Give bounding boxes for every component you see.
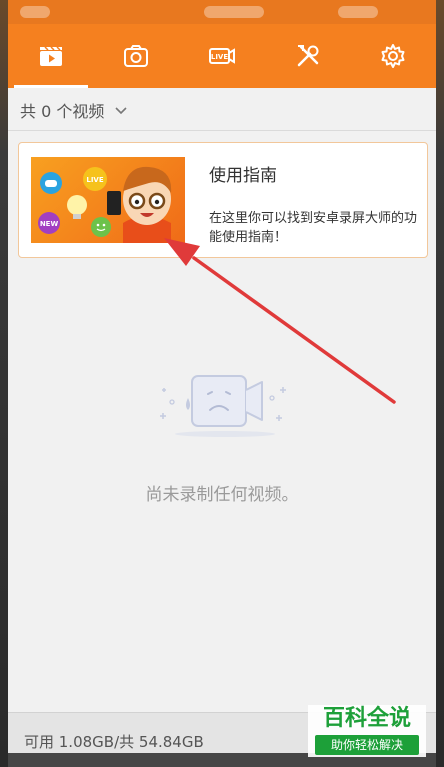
status-bar-blur bbox=[20, 6, 50, 18]
no-video-icon bbox=[160, 375, 286, 437]
video-count-dropdown[interactable]: 共 0 个视频 bbox=[20, 98, 128, 122]
video-frame-right-edge bbox=[436, 0, 444, 767]
empty-state-message: 尚未录制任何视频。 bbox=[145, 485, 299, 505]
watermark-title: 百科全说 bbox=[322, 706, 411, 731]
settings-icon bbox=[381, 44, 405, 68]
live-badge-text: LIVE bbox=[211, 53, 228, 61]
status-bar-blur bbox=[338, 6, 378, 18]
thumb-new-badge: NEW bbox=[40, 220, 59, 228]
status-bar-blur bbox=[204, 6, 264, 18]
chevron-down-icon bbox=[115, 107, 127, 115]
tab-live[interactable]: LIVE bbox=[179, 24, 265, 88]
watermark-logo: 百科全说 助你轻松解决 bbox=[308, 705, 426, 757]
app-screen: LIVE 共 0 个视频 LIVE NEW 使用指南 在这里你可以找到安卓录屏大… bbox=[8, 0, 436, 767]
guide-thumbnail: LIVE NEW bbox=[31, 157, 185, 243]
video-count-label: 共 0 个视频 bbox=[20, 102, 105, 121]
top-tab-bar: LIVE bbox=[8, 24, 436, 88]
watermark-subtitle: 助你轻松解决 bbox=[315, 735, 419, 755]
guide-illustration: LIVE NEW bbox=[38, 166, 172, 243]
status-bar bbox=[8, 0, 436, 24]
guide-card[interactable]: LIVE NEW 使用指南 在这里你可以找到安卓录屏大师的功能使用指南！ bbox=[18, 142, 428, 258]
tab-videos[interactable] bbox=[8, 24, 94, 88]
tools-icon bbox=[297, 45, 319, 67]
tab-tools[interactable] bbox=[265, 24, 351, 88]
divider bbox=[8, 130, 436, 131]
thumb-live-badge: LIVE bbox=[86, 176, 103, 184]
guide-description: 在这里你可以找到安卓录屏大师的功能使用指南！ bbox=[209, 211, 418, 245]
live-icon: LIVE bbox=[208, 48, 235, 64]
video-frame-left-edge bbox=[0, 0, 8, 767]
guide-title: 使用指南 bbox=[209, 166, 277, 186]
camera-icon bbox=[124, 45, 149, 67]
tab-settings[interactable] bbox=[350, 24, 436, 88]
storage-info: 可用 1.08GB/共 54.84GB bbox=[24, 733, 204, 751]
tab-screenshot[interactable] bbox=[94, 24, 180, 88]
video-list-icon bbox=[39, 46, 62, 66]
